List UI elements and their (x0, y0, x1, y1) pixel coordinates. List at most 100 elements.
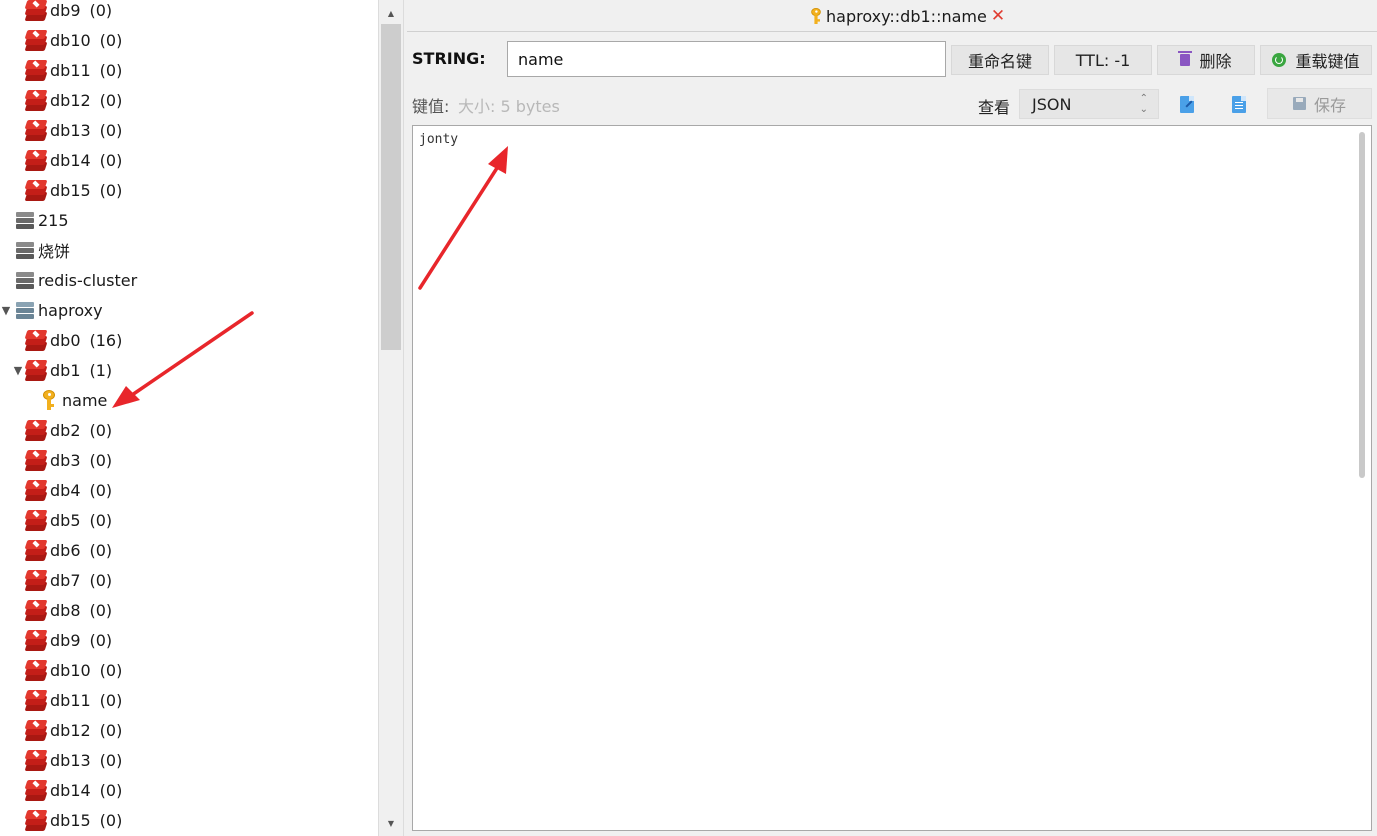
expand-triangle-icon[interactable]: ▼ (12, 364, 24, 377)
tree-item-label: db9 (50, 0, 81, 20)
tree-item-count: (16) (89, 330, 123, 350)
tree-db-item[interactable]: db3 (0) (0, 445, 378, 475)
tree-db-item[interactable]: db11 (0) (0, 685, 378, 715)
trash-icon (1178, 51, 1193, 66)
value-editor[interactable]: jonty (412, 125, 1372, 831)
tree-item-label: db15 (50, 810, 91, 830)
tree-item-label: db11 (50, 60, 91, 80)
tree-server-item[interactable]: redis-cluster (0, 265, 378, 295)
tree-item-count: (0) (99, 150, 123, 170)
redis-db-icon (24, 59, 48, 81)
tree-db-item[interactable]: db5 (0) (0, 505, 378, 535)
tree-item-count: (0) (89, 480, 113, 500)
redis-db-icon (24, 419, 48, 441)
connection-tree[interactable]: db9 (0) db10 (0) db11 (0) db12 (0) db13 (0) db14 (0… (0, 0, 378, 836)
key-icon (40, 389, 58, 411)
tab-title: haproxy::db1::name (826, 6, 987, 26)
scroll-up-arrow-icon[interactable]: ▲ (381, 2, 401, 24)
tree-item-count: (0) (89, 450, 113, 470)
tree-db-item[interactable]: db4 (0) (0, 475, 378, 505)
tree-db-item[interactable]: db13 (0) (0, 745, 378, 775)
close-tab-icon[interactable]: ✕ (991, 6, 1005, 26)
tree-key-item[interactable]: name (0, 385, 378, 415)
tree-db-item[interactable]: db12 (0) (0, 85, 378, 115)
tree-db-item[interactable]: db14 (0) (0, 775, 378, 805)
tree-db-item[interactable]: db9 (0) (0, 0, 378, 25)
document-icon (1232, 95, 1246, 113)
tree-item-label: db6 (50, 540, 81, 560)
scroll-down-arrow-icon[interactable]: ▼ (381, 812, 401, 834)
tree-db-item[interactable]: db14 (0) (0, 145, 378, 175)
tree-item-count: (0) (89, 0, 113, 20)
tree-db-item[interactable]: db10 (0) (0, 25, 378, 55)
expand-triangle-icon[interactable]: ▼ (0, 304, 12, 317)
scrollbar-thumb[interactable] (381, 24, 401, 350)
redis-db-icon (24, 809, 48, 831)
tree-item-count: (0) (99, 180, 123, 200)
tree-server-item[interactable]: 烧饼 (0, 235, 378, 265)
tree-item-label: db12 (50, 90, 91, 110)
tree-item-label: db7 (50, 570, 81, 590)
view-mode-label: 查看 (978, 98, 1011, 117)
tree-db-item[interactable]: db13 (0) (0, 115, 378, 145)
tree-item-label: db3 (50, 450, 81, 470)
redis-db-icon (24, 719, 48, 741)
save-button[interactable]: 保存 (1267, 88, 1372, 119)
redis-db-icon (24, 749, 48, 771)
tree-item-label: db5 (50, 510, 81, 530)
ttl-button[interactable]: TTL: -1 (1054, 45, 1152, 75)
server-icon (15, 271, 35, 289)
reload-value-button[interactable]: 重载键值 (1260, 45, 1372, 75)
tree-item-label: db15 (50, 180, 91, 200)
reload-icon (1272, 53, 1287, 67)
server-icon (15, 301, 35, 319)
tree-item-label: db8 (50, 600, 81, 620)
tree-db-item[interactable]: db12 (0) (0, 715, 378, 745)
value-text[interactable]: jonty (419, 132, 458, 147)
tree-db-item[interactable]: ▼ db1 (1) (0, 355, 378, 385)
tree-item-label: db14 (50, 780, 91, 800)
delete-key-button[interactable]: 删除 (1157, 45, 1255, 75)
tree-item-label: db10 (50, 660, 91, 680)
tree-item-count: (0) (89, 630, 113, 650)
tree-db-item[interactable]: db7 (0) (0, 565, 378, 595)
tree-server-item[interactable]: 215 (0, 205, 378, 235)
redis-db-icon (24, 539, 48, 561)
tree-db-item[interactable]: db11 (0) (0, 55, 378, 85)
tree-server-item[interactable]: ▼ haproxy (0, 295, 378, 325)
rename-key-label: 重命名键 (967, 52, 1032, 71)
editor-scrollbar[interactable] (1359, 132, 1365, 478)
tree-item-count: (0) (99, 660, 123, 680)
tree-db-item[interactable]: db10 (0) (0, 655, 378, 685)
tree-db-item[interactable]: db9 (0) (0, 625, 378, 655)
value-label: 键值: (412, 97, 450, 116)
tree-db-item[interactable]: db15 (0) (0, 805, 378, 835)
reload-value-label: 重载键值 (1295, 52, 1360, 71)
redis-db-icon (24, 149, 48, 171)
save-disk-icon (1292, 97, 1306, 110)
tree-item-count: (0) (89, 540, 113, 560)
tree-item-label: db11 (50, 690, 91, 710)
tree-item-count: (0) (99, 120, 123, 140)
tree-db-item[interactable]: db2 (0) (0, 415, 378, 445)
tree-item-label: db13 (50, 750, 91, 770)
tree-item-count: (0) (99, 810, 123, 830)
redis-db-icon (24, 509, 48, 531)
tree-db-item[interactable]: db0 (16) (0, 325, 378, 355)
tab-key[interactable]: haproxy::db1::name ✕ (807, 4, 1005, 28)
edit-value-button[interactable] (1173, 90, 1201, 118)
copy-value-button[interactable] (1225, 90, 1253, 118)
redis-db-icon (24, 689, 48, 711)
rename-key-button[interactable]: 重命名键 (951, 45, 1049, 75)
redis-db-icon (24, 599, 48, 621)
redis-db-icon (24, 329, 48, 351)
tree-item-label: db4 (50, 480, 81, 500)
redis-db-icon (24, 89, 48, 111)
tree-scrollbar[interactable]: ▲ ▼ (378, 0, 404, 836)
server-icon (15, 241, 35, 259)
view-format-select[interactable]: JSON ⌃ ⌄ (1019, 89, 1159, 119)
key-name-input[interactable] (507, 41, 946, 77)
tree-db-item[interactable]: db8 (0) (0, 595, 378, 625)
tree-db-item[interactable]: db6 (0) (0, 535, 378, 565)
tree-db-item[interactable]: db15 (0) (0, 175, 378, 205)
